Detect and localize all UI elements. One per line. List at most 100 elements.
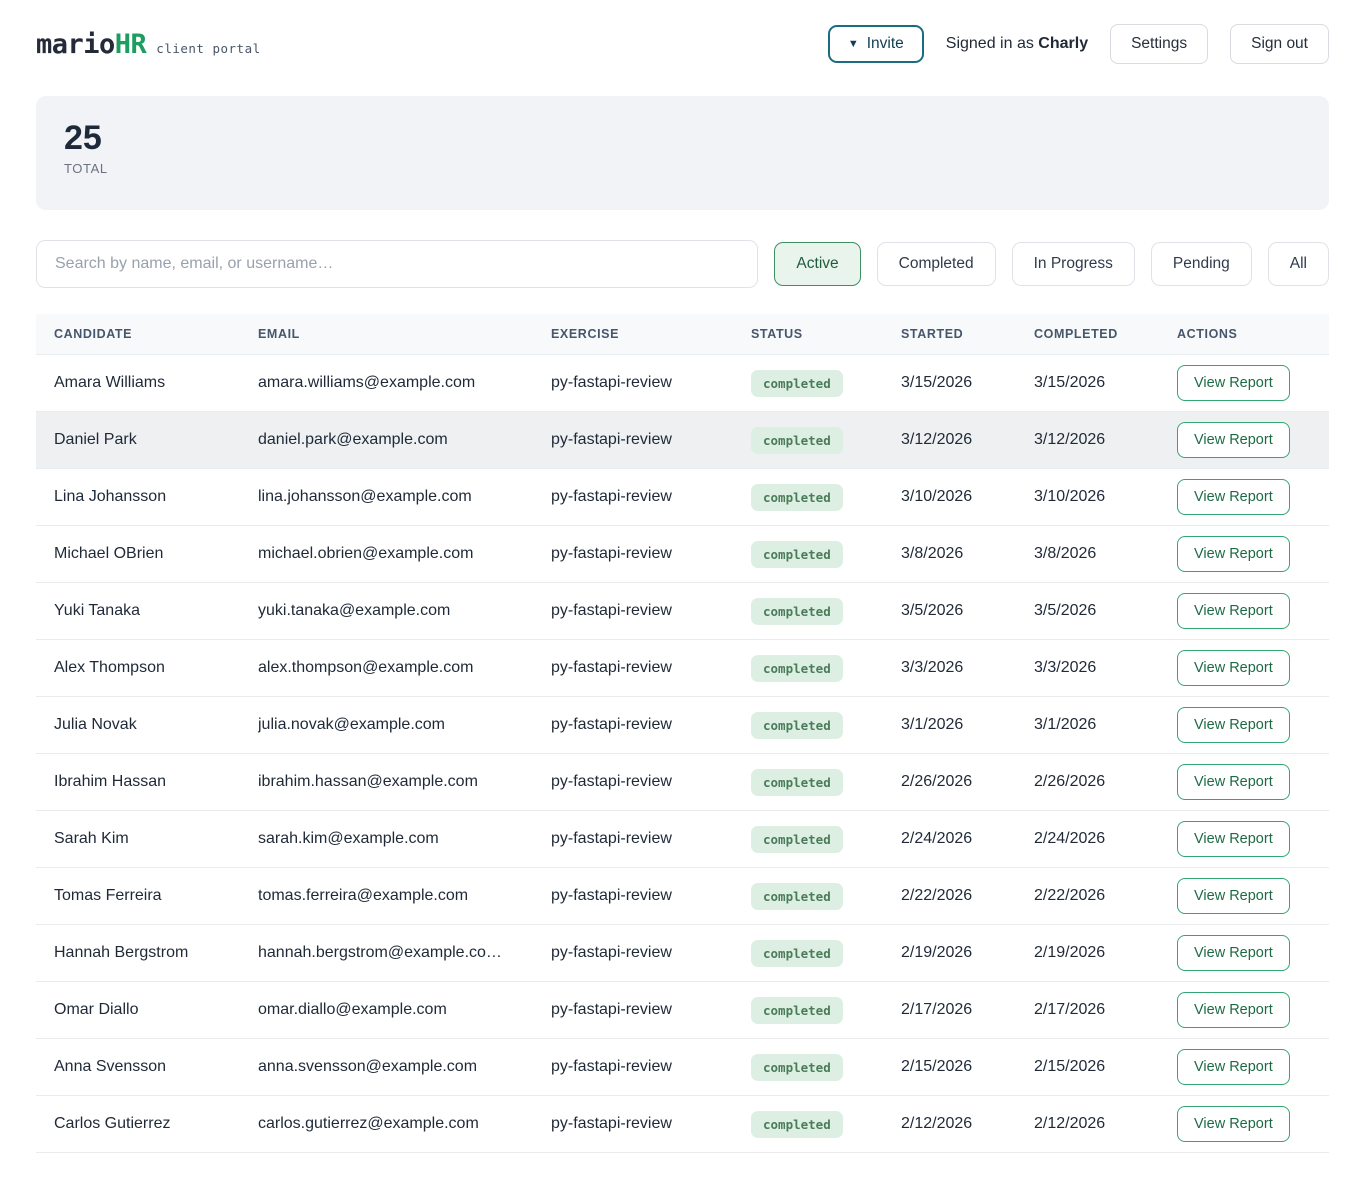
completed-date: 3/5/2026 bbox=[1034, 602, 1097, 619]
settings-button[interactable]: Settings bbox=[1110, 24, 1209, 64]
total-count: 25 bbox=[64, 119, 102, 157]
status-badge: completed bbox=[751, 996, 843, 1024]
logo-accent: HR bbox=[114, 28, 147, 60]
completed-cell: 3/3/2026 bbox=[1016, 639, 1159, 697]
started-cell: 2/19/2026 bbox=[883, 924, 1016, 982]
view-report-button[interactable]: View Report bbox=[1177, 992, 1290, 1028]
exercise-cell: py-fastapi-review bbox=[533, 867, 733, 925]
started-date: 2/22/2026 bbox=[901, 887, 973, 904]
candidate-name-cell: Daniel Park bbox=[36, 411, 240, 469]
filter-all[interactable]: All bbox=[1267, 242, 1329, 286]
email-cell: lina.johansson@example.com bbox=[240, 468, 533, 526]
exercise-cell: py-fastapi-review bbox=[533, 753, 733, 811]
view-report-button[interactable]: View Report bbox=[1177, 536, 1290, 572]
view-report-button[interactable]: View Report bbox=[1177, 479, 1290, 515]
started-date: 3/3/2026 bbox=[901, 659, 964, 676]
column-header-exercise: EXERCISE bbox=[533, 314, 733, 355]
actions-cell: View Report bbox=[1159, 525, 1329, 583]
table-row: Julia Novak julia.novak@example.com py-f… bbox=[36, 696, 1329, 754]
completed-date: 2/15/2026 bbox=[1034, 1058, 1106, 1075]
actions-cell: View Report bbox=[1159, 1095, 1329, 1153]
exercise-name: py-fastapi-review bbox=[551, 773, 672, 790]
email-cell: omar.diallo@example.com bbox=[240, 981, 533, 1039]
search-filter-row: Active Completed In Progress Pending All bbox=[36, 240, 1329, 288]
completed-date: 2/17/2026 bbox=[1034, 1001, 1106, 1018]
actions-cell: View Report bbox=[1159, 411, 1329, 469]
completed-date: 3/15/2026 bbox=[1034, 374, 1106, 391]
exercise-name: py-fastapi-review bbox=[551, 944, 672, 961]
actions-cell: View Report bbox=[1159, 696, 1329, 754]
filter-in-progress[interactable]: In Progress bbox=[1011, 242, 1135, 286]
email-cell: alex.thompson@example.com bbox=[240, 639, 533, 697]
candidate-name-cell: Tomas Ferreira bbox=[36, 867, 240, 925]
total-label: TOTAL bbox=[64, 161, 108, 177]
table-header: CANDIDATE EMAIL EXERCISE STATUS STARTED … bbox=[36, 314, 1329, 355]
table-row: Michael OBrien michael.obrien@example.co… bbox=[36, 525, 1329, 583]
view-report-button[interactable]: View Report bbox=[1177, 593, 1290, 629]
search-input[interactable] bbox=[36, 240, 759, 288]
exercise-name: py-fastapi-review bbox=[551, 1115, 672, 1132]
exercise-name: py-fastapi-review bbox=[551, 431, 672, 448]
completed-date: 2/12/2026 bbox=[1034, 1115, 1106, 1132]
started-date: 2/15/2026 bbox=[901, 1058, 973, 1075]
filter-active[interactable]: Active bbox=[774, 242, 861, 286]
view-report-button[interactable]: View Report bbox=[1177, 1106, 1290, 1142]
top-bar: marioHR client portal ▼ Invite Signed in… bbox=[36, 24, 1329, 64]
candidates-table-wrap: CANDIDATE EMAIL EXERCISE STATUS STARTED … bbox=[36, 314, 1329, 1153]
candidate-name-cell: Julia Novak bbox=[36, 696, 240, 754]
email-cell: tomas.ferreira@example.com bbox=[240, 867, 533, 925]
candidate-name: Sarah Kim bbox=[54, 830, 129, 847]
exercise-name: py-fastapi-review bbox=[551, 545, 672, 562]
started-cell: 2/24/2026 bbox=[883, 810, 1016, 868]
filter-completed[interactable]: Completed bbox=[876, 242, 996, 286]
exercise-cell: py-fastapi-review bbox=[533, 639, 733, 697]
candidate-name: Alex Thompson bbox=[54, 659, 165, 676]
status-cell: completed bbox=[733, 867, 883, 925]
view-report-button[interactable]: View Report bbox=[1177, 935, 1290, 971]
exercise-cell: py-fastapi-review bbox=[533, 810, 733, 868]
candidate-email: omar.diallo@example.com bbox=[258, 1000, 447, 1018]
candidate-name-cell: Carlos Gutierrez bbox=[36, 1095, 240, 1153]
view-report-button[interactable]: View Report bbox=[1177, 821, 1290, 857]
candidate-name: Yuki Tanaka bbox=[54, 602, 140, 619]
exercise-name: py-fastapi-review bbox=[551, 374, 672, 391]
status-cell: completed bbox=[733, 525, 883, 583]
completed-cell: 3/12/2026 bbox=[1016, 411, 1159, 469]
top-bar-actions: ▼ Invite Signed in as Charly Settings Si… bbox=[827, 24, 1329, 64]
started-date: 2/24/2026 bbox=[901, 830, 973, 847]
status-cell: completed bbox=[733, 1038, 883, 1096]
logo-subtitle: client portal bbox=[156, 40, 261, 56]
email-cell: julia.novak@example.com bbox=[240, 696, 533, 754]
signed-in-prefix: Signed in as bbox=[945, 35, 1034, 52]
signed-in-username: Charly bbox=[1038, 35, 1089, 52]
view-report-button[interactable]: View Report bbox=[1177, 650, 1290, 686]
column-header-actions: ACTIONS bbox=[1159, 314, 1329, 355]
invite-button[interactable]: ▼ Invite bbox=[827, 25, 924, 63]
completed-date: 3/3/2026 bbox=[1034, 659, 1097, 676]
started-date: 2/19/2026 bbox=[901, 944, 973, 961]
column-header-started: STARTED bbox=[883, 314, 1016, 355]
view-report-button[interactable]: View Report bbox=[1177, 365, 1290, 401]
candidate-name: Julia Novak bbox=[54, 716, 137, 733]
email-cell: amara.williams@example.com bbox=[240, 354, 533, 412]
email-cell: ibrahim.hassan@example.com bbox=[240, 753, 533, 811]
view-report-button[interactable]: View Report bbox=[1177, 764, 1290, 800]
started-date: 3/12/2026 bbox=[901, 431, 973, 448]
table-header-row: CANDIDATE EMAIL EXERCISE STATUS STARTED … bbox=[36, 314, 1329, 355]
view-report-button[interactable]: View Report bbox=[1177, 878, 1290, 914]
email-cell: michael.obrien@example.com bbox=[240, 525, 533, 583]
exercise-cell: py-fastapi-review bbox=[533, 411, 733, 469]
exercise-name: py-fastapi-review bbox=[551, 887, 672, 904]
status-badge: completed bbox=[751, 711, 843, 739]
view-report-button[interactable]: View Report bbox=[1177, 422, 1290, 458]
signed-in-text: Signed in as Charly bbox=[946, 35, 1088, 53]
sign-out-button[interactable]: Sign out bbox=[1230, 24, 1329, 64]
candidate-email: tomas.ferreira@example.com bbox=[258, 886, 469, 904]
completed-date: 3/12/2026 bbox=[1034, 431, 1106, 448]
status-badge: completed bbox=[751, 483, 843, 511]
view-report-button[interactable]: View Report bbox=[1177, 707, 1290, 743]
view-report-button[interactable]: View Report bbox=[1177, 1049, 1290, 1085]
exercise-name: py-fastapi-review bbox=[551, 488, 672, 505]
filter-pending[interactable]: Pending bbox=[1150, 242, 1252, 286]
completed-cell: 2/22/2026 bbox=[1016, 867, 1159, 925]
